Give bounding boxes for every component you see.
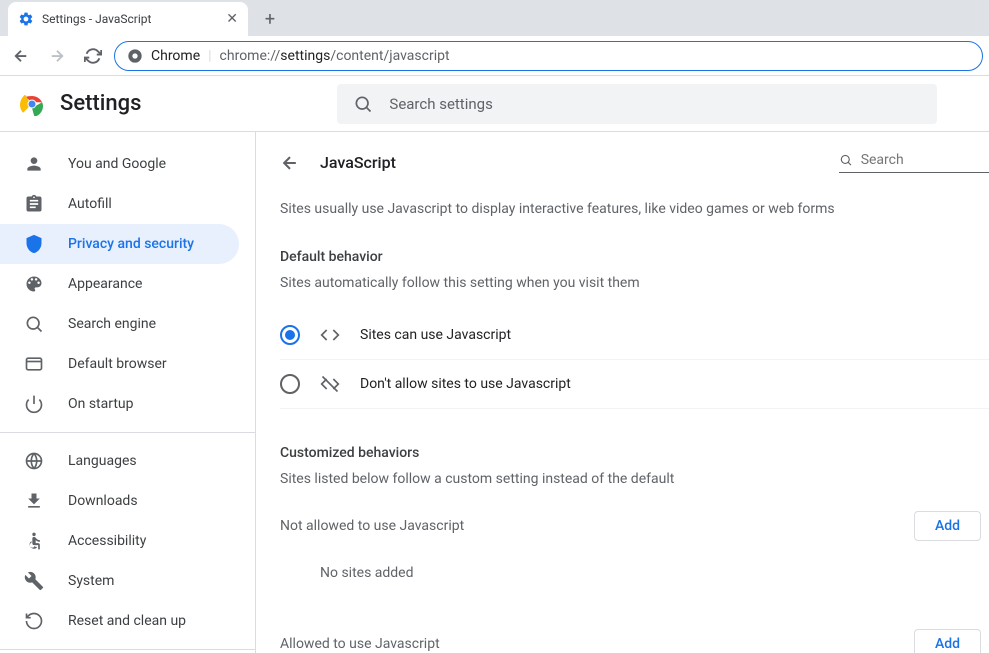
chrome-logo-icon: [20, 92, 44, 116]
page-title: JavaScript: [320, 153, 819, 172]
browser-toolbar: Chrome | chrome://settings/content/javas…: [0, 36, 989, 76]
sidebar-item-label: Appearance: [68, 276, 142, 292]
back-button[interactable]: [6, 41, 36, 71]
content-search[interactable]: [839, 152, 989, 173]
sidebar-divider: [0, 649, 255, 650]
palette-icon: [24, 274, 44, 294]
sidebar-item-system[interactable]: System: [0, 561, 239, 601]
sidebar-item-label: Autofill: [68, 196, 112, 212]
accessibility-icon: [24, 531, 44, 551]
sidebar-item-label: Downloads: [68, 493, 138, 509]
new-tab-button[interactable]: +: [256, 5, 284, 33]
search-icon: [24, 314, 44, 334]
chrome-icon: [127, 48, 143, 64]
settings-header: Settings Search settings: [0, 76, 989, 132]
add-allowed-button[interactable]: Add: [914, 629, 981, 653]
sidebar-item-languages[interactable]: Languages: [0, 441, 239, 481]
sidebar-item-label: Search engine: [68, 316, 156, 332]
radio-button[interactable]: [280, 325, 300, 345]
sidebar: You and Google Autofill Privacy and secu…: [0, 132, 256, 653]
not-allowed-header: Not allowed to use Javascript Add: [280, 511, 989, 541]
sidebar-divider: [0, 432, 255, 433]
sidebar-item-label: Reset and clean up: [68, 613, 186, 629]
radio-button[interactable]: [280, 374, 300, 394]
code-off-icon: [320, 374, 340, 394]
default-behavior-subtitle: Sites automatically follow this setting …: [280, 275, 989, 291]
gear-icon: [18, 11, 34, 27]
empty-list-text: No sites added: [280, 541, 989, 605]
person-icon: [24, 154, 44, 174]
allowed-header: Allowed to use Javascript Add: [280, 629, 989, 653]
sidebar-item-label: Privacy and security: [68, 236, 194, 252]
globe-icon: [24, 451, 44, 471]
add-not-allowed-button[interactable]: Add: [914, 511, 981, 541]
sidebar-item-label: You and Google: [68, 156, 166, 172]
sidebar-item-accessibility[interactable]: Accessibility: [0, 521, 239, 561]
close-tab-icon[interactable]: ✕: [226, 11, 238, 27]
clipboard-icon: [24, 194, 44, 214]
download-icon: [24, 491, 44, 511]
browser-icon: [24, 354, 44, 374]
sidebar-item-you-and-google[interactable]: You and Google: [0, 144, 239, 184]
restore-icon: [24, 611, 44, 631]
wrench-icon: [24, 571, 44, 591]
search-icon: [353, 94, 373, 114]
sidebar-item-reset[interactable]: Reset and clean up: [0, 601, 239, 641]
sidebar-item-privacy[interactable]: Privacy and security: [0, 224, 239, 264]
url-scheme: Chrome: [151, 48, 200, 64]
browser-tab[interactable]: Settings - JavaScript ✕: [8, 2, 248, 36]
search-settings[interactable]: Search settings: [337, 84, 937, 124]
settings-title: Settings: [60, 91, 141, 116]
reload-button[interactable]: [78, 41, 108, 71]
main-content: JavaScript Sites usually use Javascript …: [256, 132, 989, 653]
sidebar-item-startup[interactable]: On startup: [0, 384, 239, 424]
power-icon: [24, 394, 44, 414]
content-search-input[interactable]: [861, 152, 989, 168]
forward-button[interactable]: [42, 41, 72, 71]
default-behavior-title: Default behavior: [280, 249, 989, 265]
radio-label: Sites can use Javascript: [360, 327, 511, 343]
sidebar-item-label: Accessibility: [68, 533, 146, 549]
search-icon: [839, 152, 853, 168]
browser-tab-strip: Settings - JavaScript ✕ +: [0, 0, 989, 36]
radio-label: Don't allow sites to use Javascript: [360, 376, 571, 392]
sidebar-item-label: Languages: [68, 453, 137, 469]
sidebar-item-label: On startup: [68, 396, 134, 412]
search-placeholder: Search settings: [389, 95, 492, 113]
main-header: JavaScript: [280, 152, 989, 173]
sidebar-item-label: Default browser: [68, 356, 167, 372]
customized-behaviors-title: Customized behaviors: [280, 445, 989, 461]
back-arrow-icon[interactable]: [280, 153, 300, 173]
not-allowed-label: Not allowed to use Javascript: [280, 518, 464, 534]
tab-title: Settings - JavaScript: [42, 12, 151, 26]
address-bar[interactable]: Chrome | chrome://settings/content/javas…: [114, 41, 983, 71]
sidebar-item-appearance[interactable]: Appearance: [0, 264, 239, 304]
sidebar-item-autofill[interactable]: Autofill: [0, 184, 239, 224]
customized-behaviors-subtitle: Sites listed below follow a custom setti…: [280, 471, 989, 487]
code-icon: [320, 325, 340, 345]
sidebar-item-downloads[interactable]: Downloads: [0, 481, 239, 521]
shield-icon: [24, 234, 44, 254]
description-text: Sites usually use Javascript to display …: [280, 201, 989, 217]
sidebar-item-default-browser[interactable]: Default browser: [0, 344, 239, 384]
radio-block-js[interactable]: Don't allow sites to use Javascript: [280, 360, 989, 409]
radio-allow-js[interactable]: Sites can use Javascript: [280, 311, 989, 360]
allowed-label: Allowed to use Javascript: [280, 636, 440, 652]
sidebar-item-search-engine[interactable]: Search engine: [0, 304, 239, 344]
sidebar-item-label: System: [68, 573, 114, 589]
